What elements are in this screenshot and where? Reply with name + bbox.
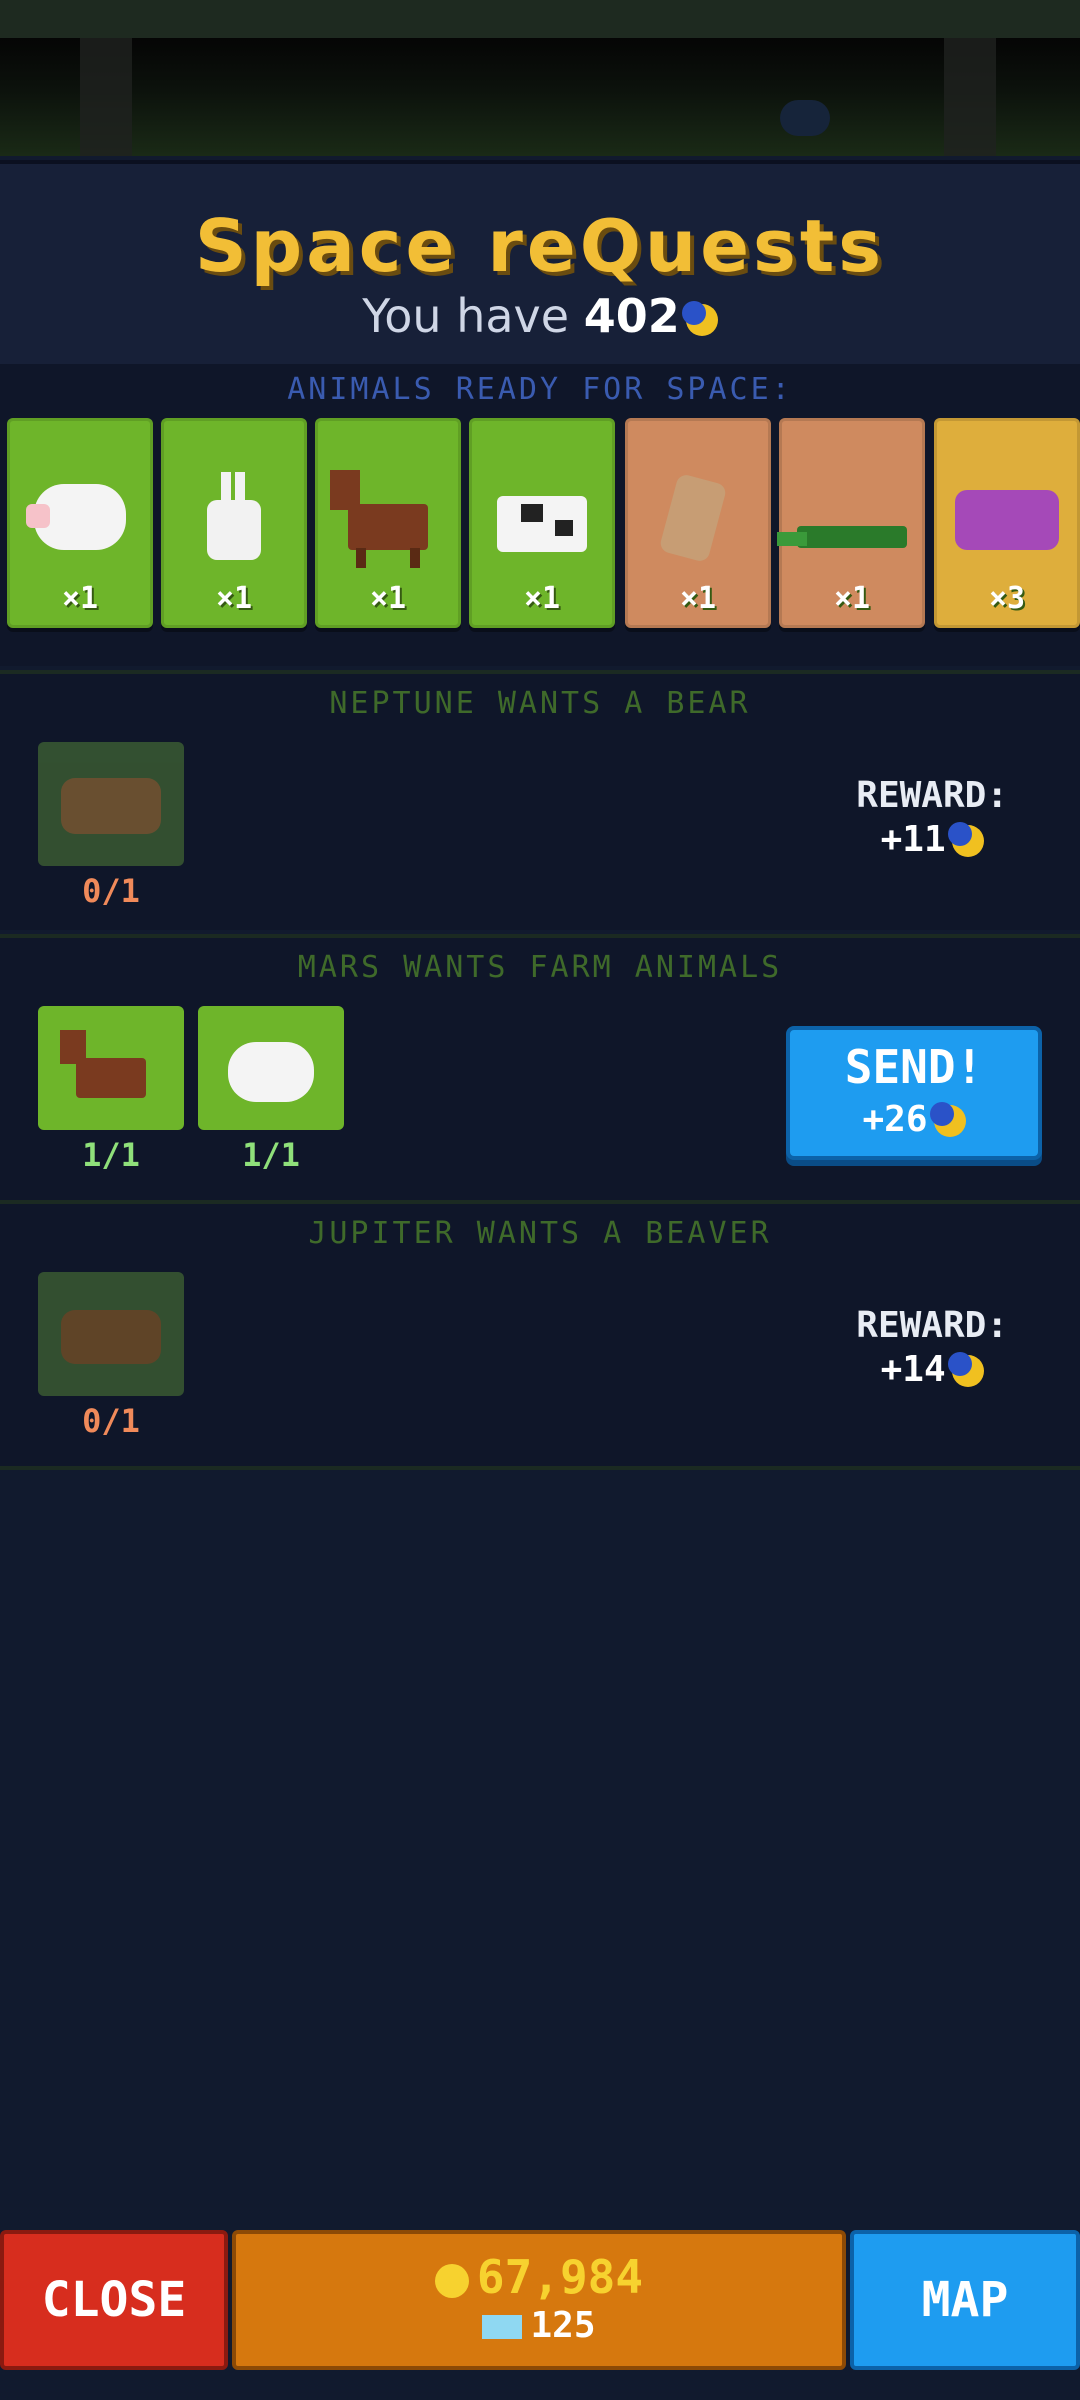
balance-amount: 402: [583, 289, 680, 343]
animal-tile-rabbit[interactable]: ×1: [161, 418, 307, 628]
ready-animals-panel: ANIMALS READY FOR SPACE: ×1 ×1 ×1 ×1 ×1 …: [0, 364, 1080, 666]
animal-count: ×1: [833, 581, 871, 616]
send-reward: +26: [862, 1099, 928, 1140]
scene-animal: [780, 100, 830, 136]
animal-count: ×1: [369, 581, 407, 616]
moon-coin-icon: [947, 1352, 984, 1387]
gem-icon: [482, 2315, 523, 2339]
crocodile-icon: [777, 526, 907, 548]
sheep-icon: [228, 1042, 314, 1102]
required-animal-horse: [38, 1006, 184, 1130]
animal-count: ×1: [523, 581, 561, 616]
reward-label: REWARD:: [856, 1305, 1008, 1346]
animal-count: ×1: [61, 581, 99, 616]
horse-icon: [60, 1030, 146, 1098]
quest-neptune: NEPTUNE WANTS A BEAR 0/1 REWARD: +11: [0, 670, 1080, 930]
moon-coin-icon: [681, 300, 718, 336]
background-scene: [0, 38, 1080, 156]
required-animal-bear: [38, 742, 184, 866]
animal-tile-crocodile[interactable]: ×1: [777, 418, 925, 628]
ready-title: ANIMALS READY FOR SPACE:: [287, 372, 793, 407]
close-button[interactable]: CLOSE: [0, 2230, 228, 2370]
quests-header: Space reQuests You have 402: [0, 160, 1080, 368]
send-button[interactable]: SEND! +26: [786, 1026, 1042, 1160]
quest-title: MARS WANTS FARM ANIMALS: [297, 950, 783, 985]
quest-jupiter: JUPITER WANTS A BEAVER 0/1 REWARD: +14: [0, 1200, 1080, 1470]
quest-progress: 1/1: [82, 1136, 140, 1174]
gem-amount: 125: [530, 2305, 596, 2346]
currency-display[interactable]: 67,984 125: [232, 2230, 846, 2370]
quest-progress: 0/1: [82, 1402, 140, 1440]
kangaroo-icon: [658, 472, 728, 564]
send-label: SEND!: [844, 1040, 984, 1094]
horse-icon: [330, 470, 428, 568]
quest-progress: 1/1: [242, 1136, 300, 1174]
animal-tile-horse[interactable]: ×1: [315, 418, 461, 628]
animal-tile-hippo[interactable]: ×3: [934, 418, 1080, 628]
reward-label: REWARD:: [856, 775, 1008, 816]
quest-progress: 0/1: [82, 872, 140, 910]
map-button[interactable]: MAP: [850, 2230, 1080, 2370]
rabbit-icon: [207, 472, 261, 560]
page-title: Space reQuests: [194, 204, 886, 288]
moon-coin-icon: [947, 822, 984, 857]
sheep-icon: [26, 484, 126, 550]
required-animal-sheep: [198, 1006, 344, 1130]
animal-tile-cow[interactable]: ×1: [469, 418, 615, 628]
balance-line: You have 402: [0, 286, 1080, 346]
quest-reward: REWARD: +14: [856, 1304, 1008, 1392]
animal-shelf: ×1 ×1 ×1 ×1 ×1 ×1 ×3: [0, 418, 1080, 632]
quest-title: JUPITER WANTS A BEAVER: [308, 1216, 772, 1251]
animal-count: ×1: [679, 581, 717, 616]
tree-silhouette: [944, 38, 996, 156]
reward-amount: +11: [880, 819, 946, 860]
required-animal-beaver: [38, 1272, 184, 1396]
quest-mars: MARS WANTS FARM ANIMALS 1/1 1/1 SEND! +2…: [0, 934, 1080, 1200]
animal-count: ×3: [988, 581, 1026, 616]
animal-tile-kangaroo[interactable]: ×1: [625, 418, 771, 628]
bottom-bar: CLOSE 67,984 125 MAP: [0, 2230, 1080, 2380]
cow-icon: [497, 496, 587, 552]
beaver-icon: [61, 1310, 161, 1364]
moon-coin-icon: [929, 1102, 966, 1137]
animal-count: ×1: [215, 581, 253, 616]
gold-amount: 67,984: [476, 2250, 644, 2304]
top-strip: [0, 0, 1080, 38]
quest-title: NEPTUNE WANTS A BEAR: [329, 686, 751, 721]
hippo-icon: [955, 490, 1059, 550]
bear-icon: [61, 778, 161, 834]
balance-prefix: You have: [362, 289, 570, 343]
animal-tile-sheep[interactable]: ×1: [7, 418, 153, 628]
quest-reward: REWARD: +11: [856, 774, 1008, 862]
tree-silhouette: [80, 38, 132, 156]
gold-coin-icon: [434, 2263, 469, 2298]
reward-amount: +14: [880, 1349, 946, 1390]
